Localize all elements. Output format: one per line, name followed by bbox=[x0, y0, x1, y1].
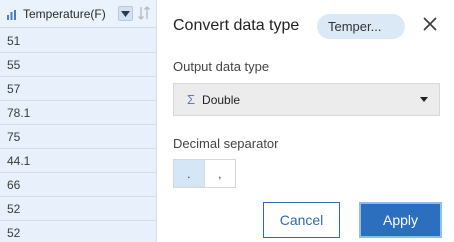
table-row[interactable]: 75 bbox=[0, 125, 156, 149]
sigma-icon: Σ bbox=[187, 92, 196, 107]
cancel-button[interactable]: Cancel bbox=[263, 202, 340, 238]
close-icon[interactable] bbox=[421, 15, 439, 33]
table-row[interactable]: 52 bbox=[0, 221, 156, 242]
column-title: Temperature(F) bbox=[23, 6, 106, 21]
table-row[interactable]: 52 bbox=[0, 197, 156, 221]
decimal-option-comma[interactable]: , bbox=[205, 160, 235, 187]
convert-data-type-panel: Convert data type Temper... Output data … bbox=[158, 0, 454, 242]
data-column: Temperature(F) 51 55 57 78.1 75 44.1 66 … bbox=[0, 0, 157, 242]
apply-button[interactable]: Apply bbox=[359, 202, 442, 238]
table-row[interactable]: 44.1 bbox=[0, 149, 156, 173]
chevron-down-icon bbox=[121, 10, 130, 17]
output-data-type-select[interactable]: Σ Double bbox=[173, 83, 440, 116]
column-rows: 51 55 57 78.1 75 44.1 66 52 52 bbox=[0, 29, 156, 242]
table-row[interactable]: 57 bbox=[0, 77, 156, 101]
panel-title: Convert data type bbox=[173, 17, 300, 34]
bar-chart-icon bbox=[6, 8, 18, 20]
field-pill: Temper... bbox=[317, 14, 405, 39]
column-header[interactable]: Temperature(F) bbox=[0, 0, 156, 28]
table-row[interactable]: 66 bbox=[0, 173, 156, 197]
column-dropdown-button[interactable] bbox=[118, 6, 133, 21]
table-row[interactable]: 51 bbox=[0, 29, 156, 53]
caret-down-icon bbox=[420, 97, 428, 102]
decimal-separator-label: Decimal separator bbox=[173, 136, 279, 151]
decimal-separator-toggle: . , bbox=[173, 159, 236, 188]
decimal-option-period[interactable]: . bbox=[174, 160, 205, 187]
output-data-type-label: Output data type bbox=[173, 59, 270, 74]
sort-icon[interactable] bbox=[137, 5, 151, 23]
output-data-type-value: Double bbox=[202, 92, 241, 107]
table-row[interactable]: 78.1 bbox=[0, 101, 156, 125]
table-row[interactable]: 55 bbox=[0, 53, 156, 77]
